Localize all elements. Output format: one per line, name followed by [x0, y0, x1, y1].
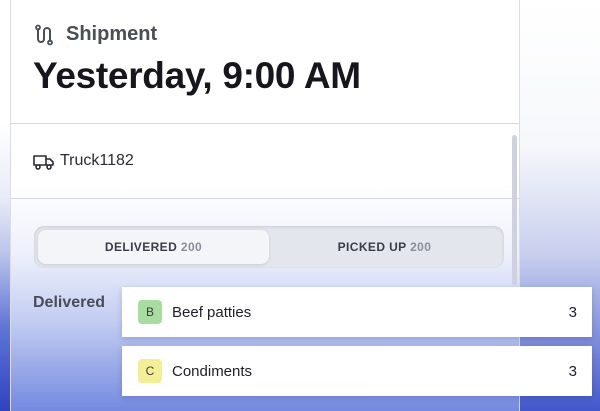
item-quantity: 3 [568, 303, 577, 321]
truck-icon [33, 155, 54, 170]
tab-picked-up-count: 200 [410, 240, 432, 254]
list-item[interactable]: C Condiments 3 [122, 346, 592, 396]
item-name: Beef patties [172, 303, 252, 321]
route-icon [35, 24, 53, 46]
item-category-badge: C [138, 359, 162, 383]
item-category-badge: B [138, 300, 162, 324]
item-name: Condiments [172, 362, 253, 380]
list-item[interactable]: B Beef patties 3 [122, 287, 592, 337]
tab-picked-up[interactable]: PICKED UP 200 [269, 230, 500, 264]
shipment-header: Shipment Yesterday, 9:00 AM [11, 0, 519, 124]
tab-delivered[interactable]: DELIVERED 200 [38, 230, 269, 264]
tab-picked-up-label: PICKED UP [337, 240, 407, 254]
tab-delivered-count: 200 [180, 240, 203, 254]
tab-delivered-label: DELIVERED [104, 240, 178, 254]
section-label: Delivered [33, 294, 106, 311]
status-tabs: DELIVERED 200 PICKED UP 200 [34, 226, 504, 268]
vehicle-row[interactable]: Truck1182 [11, 124, 519, 199]
vehicle-name: Truck1182 [60, 152, 134, 169]
shipment-datetime: Yesterday, 9:00 AM [33, 55, 361, 96]
shipment-label: Shipment [66, 23, 158, 45]
scrollbar[interactable] [512, 135, 517, 285]
item-quantity: 3 [568, 362, 577, 380]
